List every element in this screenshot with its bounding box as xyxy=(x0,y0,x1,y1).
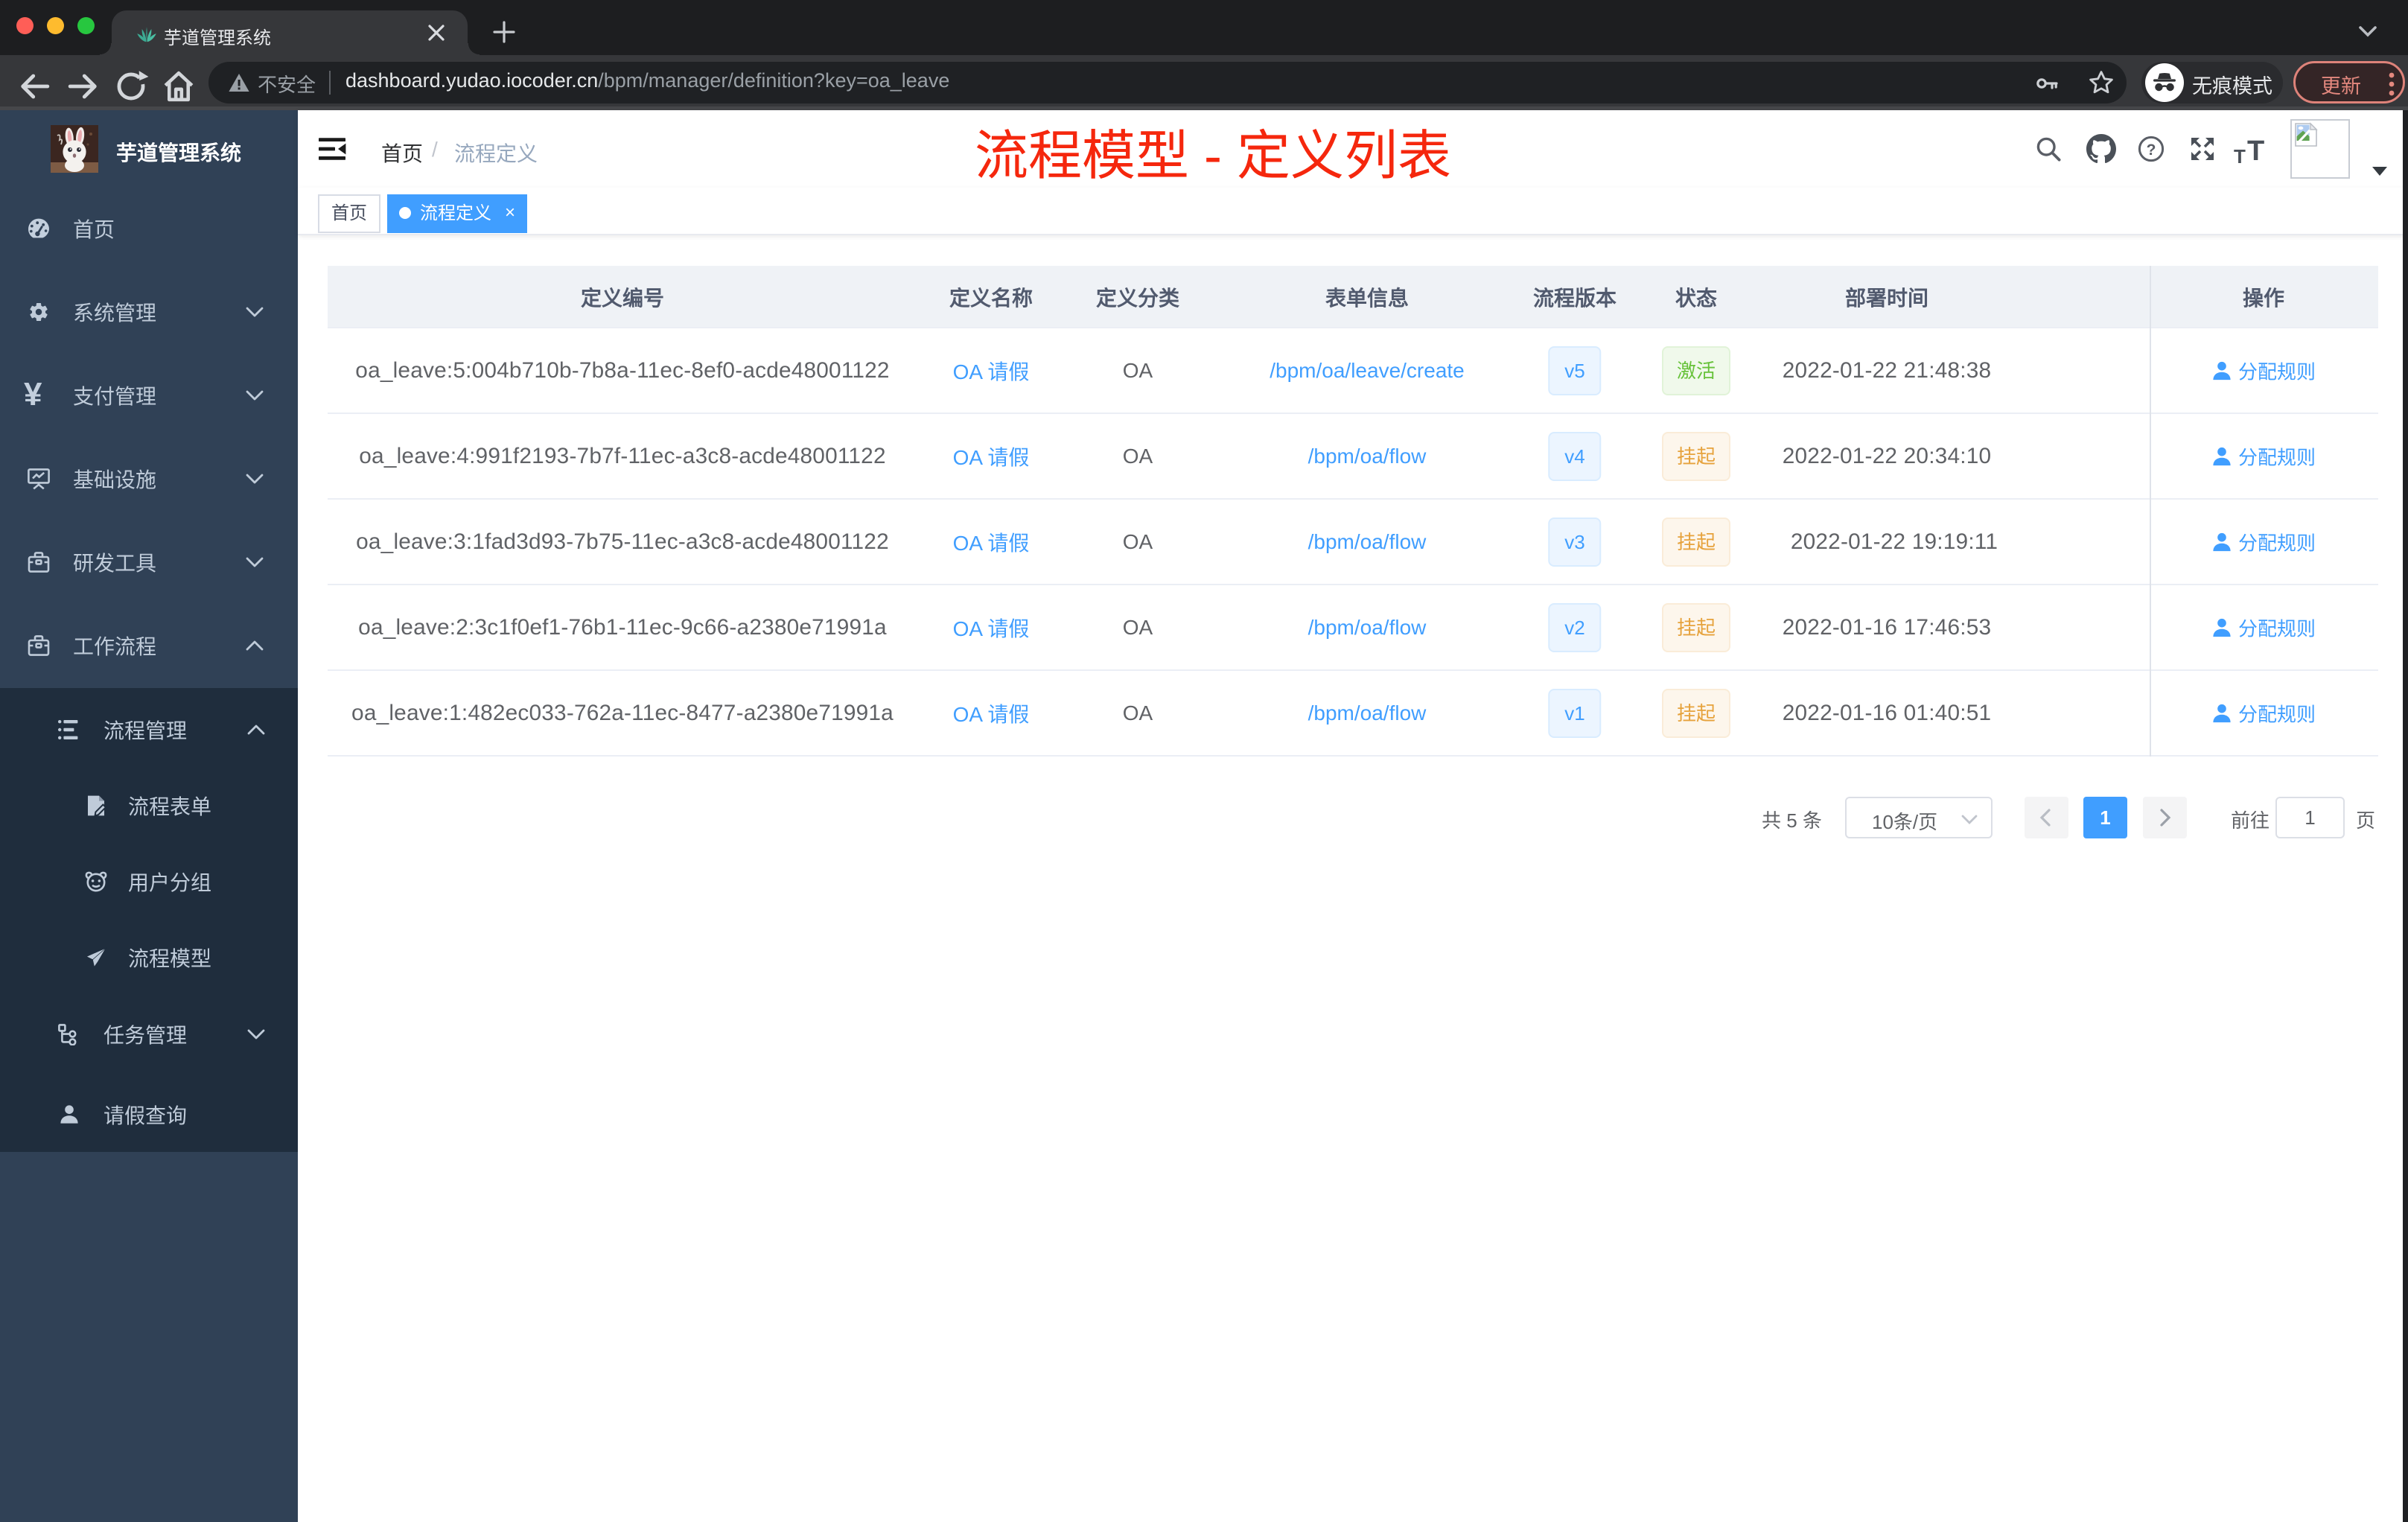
svg-text:?: ? xyxy=(2147,141,2156,159)
